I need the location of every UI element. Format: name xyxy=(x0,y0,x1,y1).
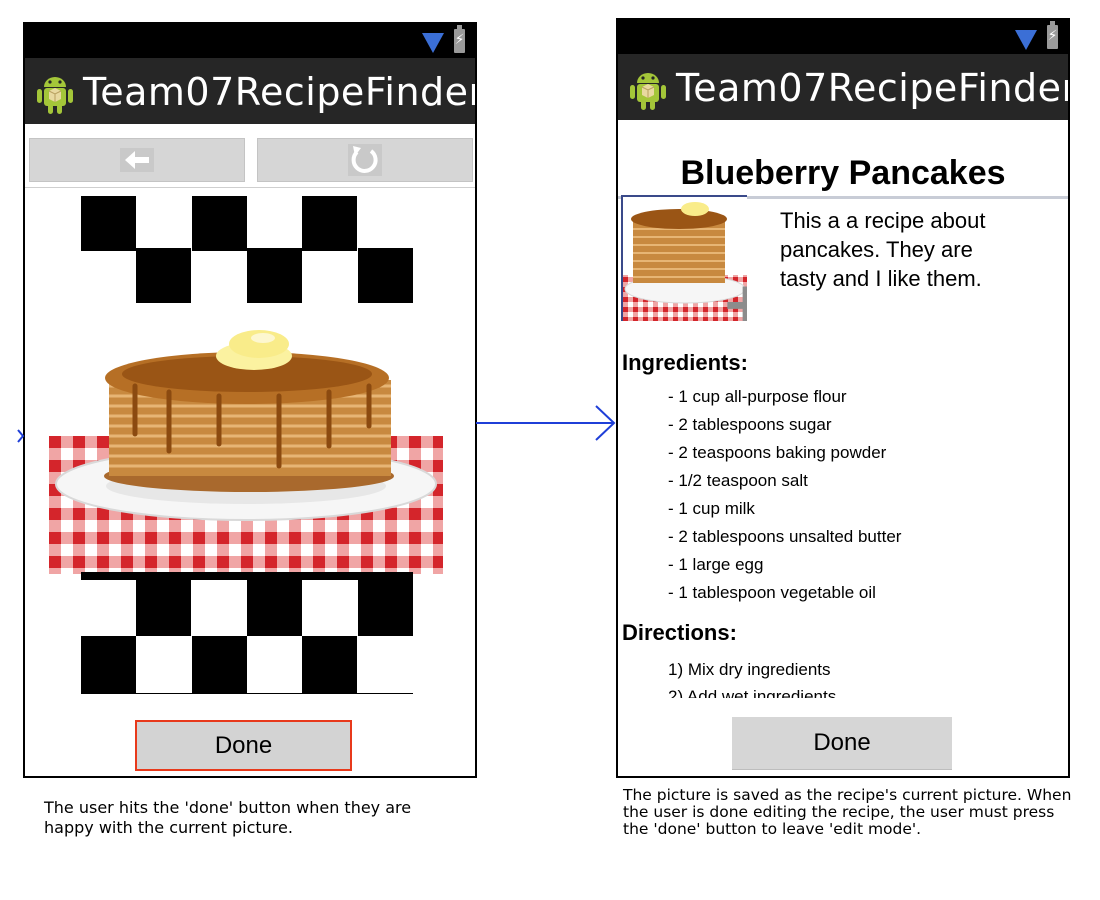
pancake-photo xyxy=(49,330,443,574)
ingredient-item: - 1/2 teaspoon salt xyxy=(668,471,808,490)
ingredient-item: - 2 teaspoons baking powder xyxy=(668,443,887,462)
left-caption: The user hits the 'done' button when the… xyxy=(44,798,412,837)
done-button[interactable]: Done xyxy=(135,720,352,771)
ingredients-heading: Ingredients: xyxy=(622,350,748,375)
action-bar: Team07RecipeFinder xyxy=(25,58,475,124)
crop-overlay-top xyxy=(81,196,413,303)
android-logo-icon xyxy=(630,73,666,110)
status-bar xyxy=(618,20,1068,54)
recipe-thumbnail[interactable]: + xyxy=(621,195,747,321)
ingredient-item: - 2 tablespoons sugar xyxy=(668,415,832,434)
app-title: Team07RecipeFinder xyxy=(83,70,477,114)
direction-item: 2) Add wet ingredients xyxy=(668,687,837,698)
android-logo-icon xyxy=(37,77,73,114)
back-button[interactable] xyxy=(29,138,245,182)
rotate-icon xyxy=(348,144,382,176)
right-phone-screen: Team07RecipeFinder Blueberry Pancakes + xyxy=(616,18,1070,778)
battery-icon xyxy=(454,25,465,53)
ingredient-item: - 1 tablespoon vegetable oil xyxy=(668,583,876,602)
app-title: Team07RecipeFinder xyxy=(676,66,1070,110)
flow-arrow xyxy=(476,405,616,441)
status-bar xyxy=(25,24,475,58)
recipe-description: This a a recipe about pancakes. They are… xyxy=(780,208,986,291)
action-bar: Team07RecipeFinder xyxy=(618,54,1068,120)
ingredient-item: - 2 tablespoons unsalted butter xyxy=(668,527,902,546)
rotate-button[interactable] xyxy=(257,138,473,182)
recipe-title: Blueberry Pancakes xyxy=(680,154,1006,192)
right-caption: The picture is saved as the recipe's cur… xyxy=(623,786,1072,838)
left-phone-screen: Team07RecipeFinder xyxy=(23,22,477,778)
ingredient-item: - 1 cup milk xyxy=(668,499,755,518)
battery-icon xyxy=(1047,21,1058,49)
directions-heading: Directions: xyxy=(622,620,737,645)
direction-item: 1) Mix dry ingredients xyxy=(668,660,831,679)
done-button[interactable]: Done xyxy=(732,717,952,770)
flow-arrow-stub xyxy=(17,429,25,443)
directions-list[interactable]: 1) Mix dry ingredients 2) Add wet ingred… xyxy=(618,654,1068,698)
plus-icon[interactable]: + xyxy=(721,274,747,321)
wifi-icon xyxy=(422,33,444,53)
crop-overlay-bottom xyxy=(81,572,413,694)
ingredient-item: - 1 large egg xyxy=(668,555,764,574)
wifi-icon xyxy=(1015,30,1037,50)
nav-divider xyxy=(25,187,475,188)
ingredient-item: - 1 cup all-purpose flour xyxy=(668,387,847,406)
arrow-left-icon xyxy=(120,148,154,172)
